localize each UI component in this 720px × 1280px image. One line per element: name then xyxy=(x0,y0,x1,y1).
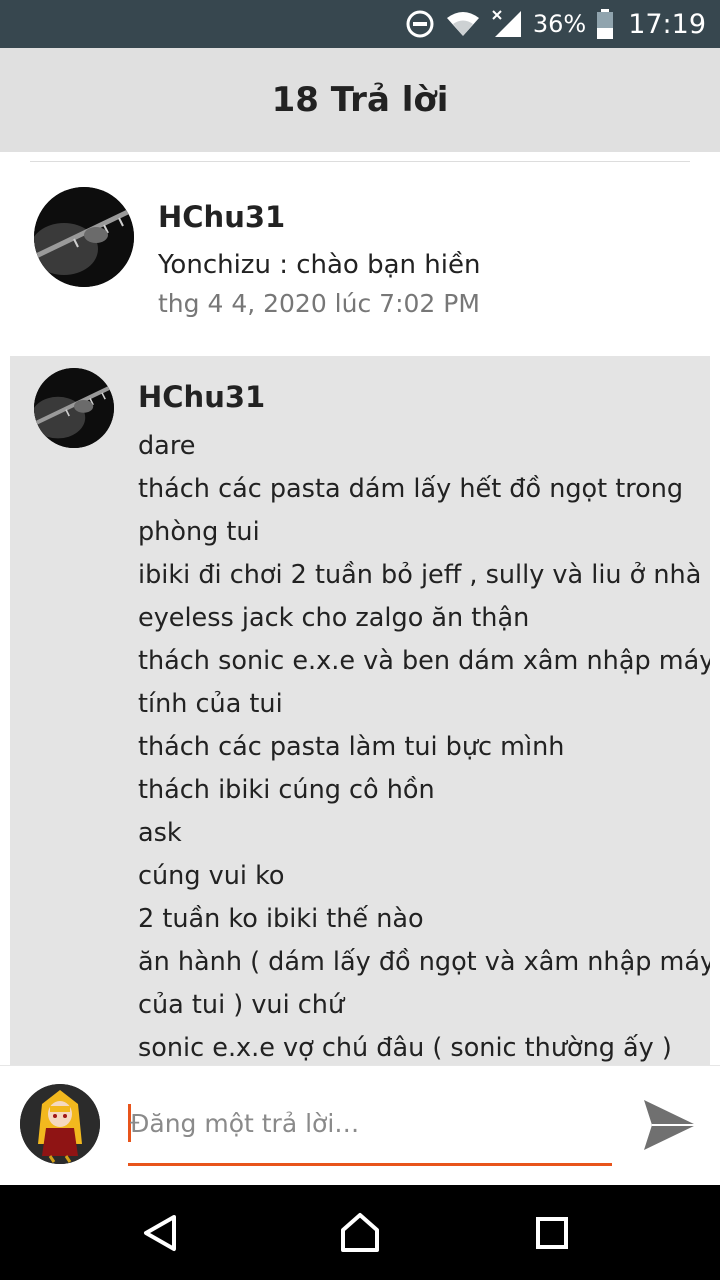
comment-author[interactable]: HChu31 xyxy=(158,200,285,234)
battery-icon xyxy=(596,9,614,39)
do-not-disturb-icon xyxy=(405,9,435,39)
back-icon xyxy=(144,1215,176,1251)
comment-line: ibiki đi chơi 2 tuần bỏ jeff , sully và … xyxy=(138,560,702,590)
comment-line: dare xyxy=(138,431,196,461)
comment-line: tính của tui xyxy=(138,689,283,719)
comment-line: sonic e.x.e vợ chú đâu ( sonic thường ấy… xyxy=(138,1033,672,1063)
navigation-bar xyxy=(0,1185,720,1280)
home-icon xyxy=(341,1213,379,1252)
comment-item[interactable]: HChu31 Yonchizu : chào bạn hiền thg 4 4,… xyxy=(0,162,720,348)
status-icons: 36% 17:19 xyxy=(405,0,706,48)
page-title: 18 Trả lời xyxy=(271,80,449,120)
signal-icon xyxy=(491,9,523,39)
battery-percent: 36% xyxy=(532,10,587,38)
comment-line: phòng tui xyxy=(138,517,260,547)
reply-input[interactable] xyxy=(128,1100,612,1146)
avatar[interactable] xyxy=(34,187,134,287)
comment-line: thách các pasta làm tui bực mình xyxy=(138,732,565,762)
comment-timestamp: thg 4 4, 2020 lúc 7:02 PM xyxy=(158,289,480,318)
comment-line: ask xyxy=(138,818,182,848)
comment-line: eyeless jack cho zalgo ăn thận xyxy=(138,603,530,633)
comment-line: ăn hành ( dám lấy đồ ngọt và xâm nhập má… xyxy=(138,947,710,977)
avatar[interactable] xyxy=(34,368,114,448)
back-button[interactable] xyxy=(132,1207,188,1259)
recents-icon xyxy=(536,1217,568,1249)
comment-item-highlighted[interactable]: HChu31 dare thách các pasta dám lấy hết … xyxy=(10,356,710,1066)
status-bar: 36% 17:19 xyxy=(0,0,720,48)
send-button[interactable] xyxy=(640,1096,700,1154)
send-icon xyxy=(644,1100,696,1150)
user-avatar[interactable] xyxy=(20,1084,100,1164)
app-header: 18 Trả lời xyxy=(0,48,720,152)
comment-line: của tui ) vui chứ xyxy=(138,990,345,1020)
recents-button[interactable] xyxy=(524,1207,580,1259)
wifi-icon xyxy=(445,10,481,38)
comment-body: dare thách các pasta dám lấy hết đồ ngọt… xyxy=(138,425,710,1066)
comment-line: thách ibiki cúng cô hồn xyxy=(138,775,435,805)
reply-field[interactable] xyxy=(128,1096,612,1166)
comment-text: Yonchizu : chào bạn hiền xyxy=(158,250,481,280)
comment-line: thách sonic e.x.e và ben dám xâm nhập má… xyxy=(138,646,710,676)
home-button[interactable] xyxy=(332,1207,388,1259)
comment-line: 2 tuần ko ibiki thế nào xyxy=(138,904,424,934)
comment-line: cúng vui ko xyxy=(138,861,285,891)
clock: 17:19 xyxy=(628,8,706,40)
comment-author[interactable]: HChu31 xyxy=(138,380,265,414)
reply-bar xyxy=(0,1065,720,1185)
comment-line: thách các pasta dám lấy hết đồ ngọt tron… xyxy=(138,474,684,504)
